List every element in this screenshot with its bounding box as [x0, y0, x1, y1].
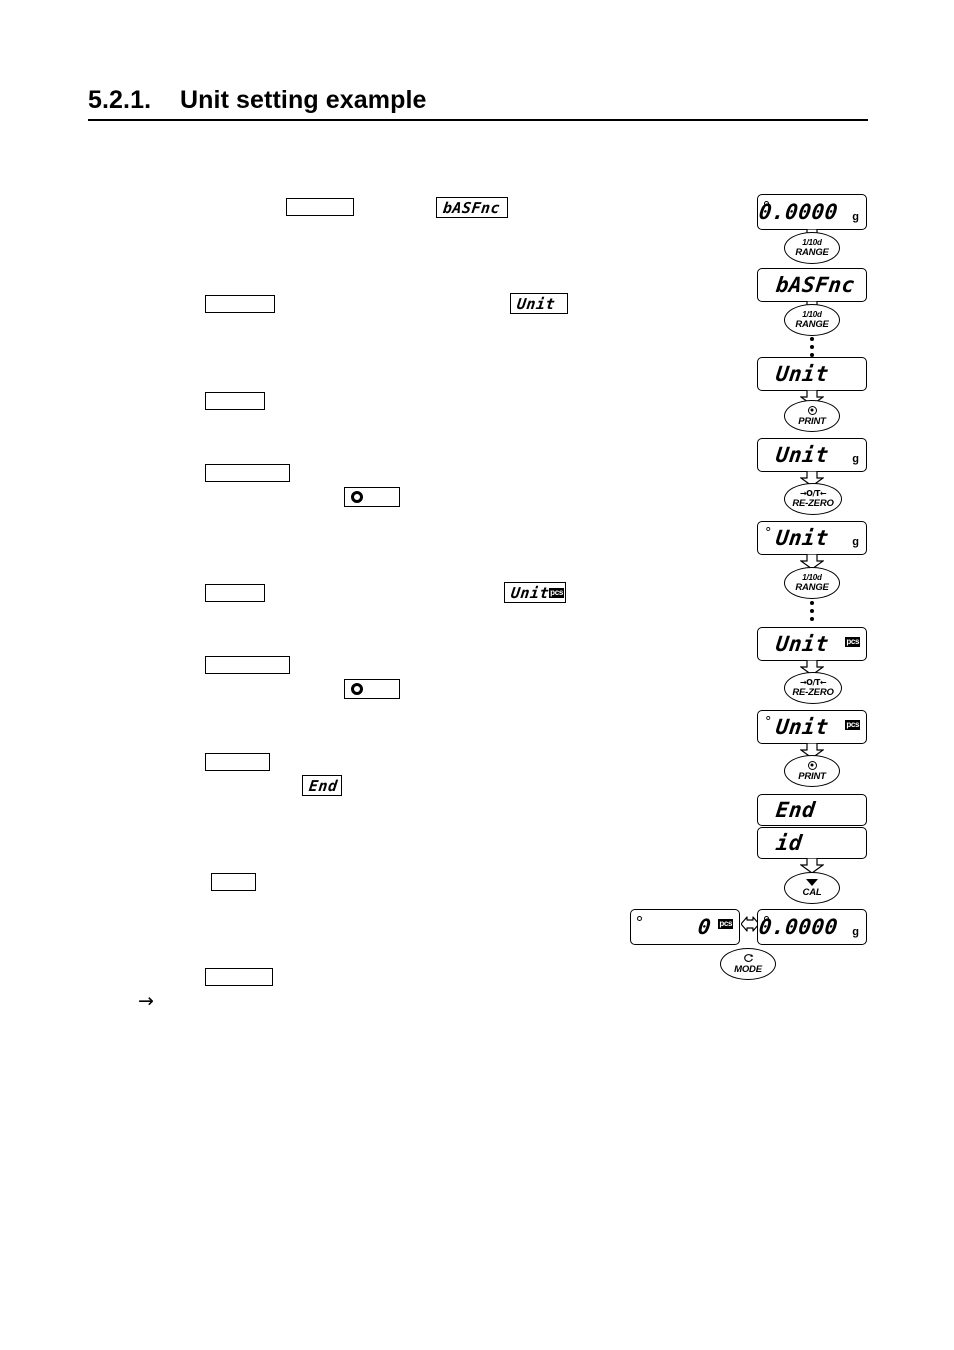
key-print-1[interactable]: PRINT	[784, 400, 840, 432]
unit-label-pcs: pcs	[718, 919, 733, 929]
inline-display-ring-2	[344, 679, 400, 699]
unit-label-pcs: pcs	[845, 637, 860, 647]
rezero-arrow-icon: →O/T←	[799, 489, 827, 498]
unit-label-g: g	[852, 211, 859, 223]
unit-label-g: g	[852, 926, 859, 938]
flow-display-unit: Unit	[757, 357, 867, 391]
flow-ellipsis-1	[810, 337, 814, 357]
stability-ring-icon	[351, 683, 363, 695]
continuation-arrow-icon: →	[138, 990, 154, 1012]
flow-display-end: End	[757, 794, 867, 826]
flow-display-result-pcs: 0 pcs	[630, 909, 740, 945]
print-icon	[807, 760, 817, 770]
pcs-badge: pcs	[549, 587, 565, 598]
inline-display-end: End	[302, 775, 342, 796]
heading-rule	[88, 119, 868, 121]
page-heading: 5.2.1. Unit setting example	[88, 86, 868, 121]
flow-display-unit-pcs-selected: ° Unit pcs	[757, 710, 867, 744]
flow-ellipsis-2	[810, 601, 814, 621]
step-keybox-8[interactable]	[211, 873, 256, 891]
inline-display-unit-pcs: Unit pcs	[504, 582, 566, 603]
step-keybox-9[interactable]	[205, 968, 273, 986]
heading-number: 5.2.1.	[88, 86, 152, 114]
stability-ring-icon	[351, 491, 363, 503]
key-range-1[interactable]: 1/10d RANGE	[784, 232, 840, 264]
key-cal[interactable]: CAL	[784, 872, 840, 904]
inline-display-ring-1	[344, 487, 400, 507]
flow-display-unit-g: Unit g	[757, 438, 867, 472]
step-keybox-4[interactable]	[205, 464, 290, 482]
key-rezero-2[interactable]: →O/T← RE-ZERO	[784, 672, 842, 704]
key-range-3[interactable]: 1/10d RANGE	[784, 567, 840, 599]
key-range-2[interactable]: 1/10d RANGE	[784, 304, 840, 336]
triangle-down-icon	[806, 878, 818, 886]
key-print-2[interactable]: PRINT	[784, 755, 840, 787]
flow-display-unit-pcs: Unit pcs	[757, 627, 867, 661]
step-keybox-7[interactable]	[205, 753, 270, 771]
flow-display-id: id	[757, 827, 867, 859]
flow-display-start: 0.0000 g	[757, 194, 867, 230]
key-rezero-1[interactable]: →O/T← RE-ZERO	[784, 483, 842, 515]
step-keybox-5[interactable]	[205, 584, 265, 602]
flow-display-result-g: 0.0000 g	[757, 909, 867, 945]
print-icon	[807, 405, 817, 415]
inline-display-unit: Unit	[510, 293, 568, 314]
step-keybox-2[interactable]	[205, 295, 275, 313]
step-keybox-6[interactable]	[205, 656, 290, 674]
step-keybox-1[interactable]	[286, 198, 354, 216]
flow-display-unit-g-selected: ° Unit g	[757, 521, 867, 555]
heading-title: Unit setting example	[180, 86, 427, 114]
unit-label-g: g	[852, 453, 859, 465]
key-mode[interactable]: MODE	[720, 948, 776, 980]
cycle-icon	[743, 954, 753, 962]
inline-display-basfnc: bASFnc	[436, 197, 508, 218]
unit-label-pcs: pcs	[845, 720, 860, 730]
unit-label-g: g	[852, 536, 859, 548]
step-keybox-3[interactable]	[205, 392, 265, 410]
rezero-arrow-icon: →O/T←	[799, 678, 827, 687]
flow-display-basfnc: bASFnc	[757, 268, 867, 302]
